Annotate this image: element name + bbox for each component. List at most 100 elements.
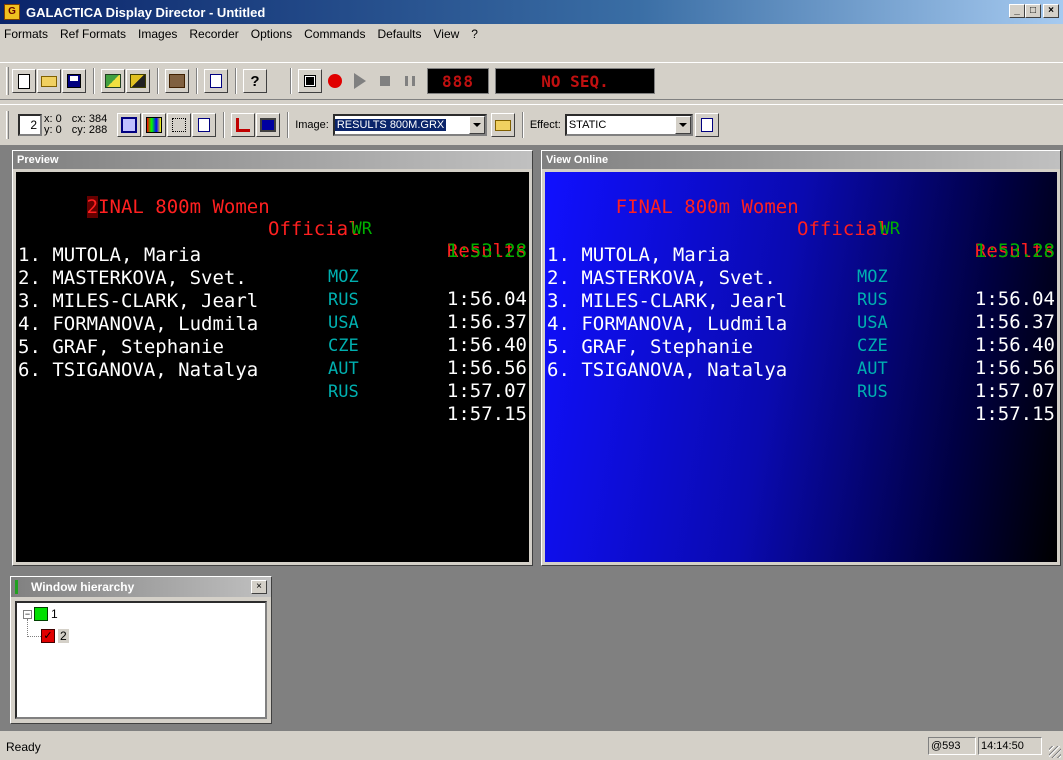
image-button[interactable] [165, 69, 189, 93]
toolbar-separator [290, 68, 292, 94]
result-row: 6. TSIGANOVA, Natalya RUS 1:57.15 [547, 337, 1055, 425]
online-caption: View Online [542, 151, 1060, 169]
athlete-time: 1:57.07 [446, 380, 527, 402]
menu-options[interactable]: Options [251, 27, 298, 41]
hierarchy-tree[interactable]: − 1 ✓ 2 [15, 601, 267, 719]
collapse-icon[interactable]: − [23, 609, 32, 619]
toolbar-separator [157, 68, 159, 94]
preview-caption: Preview [13, 151, 532, 169]
window-number-field[interactable]: 2 [18, 114, 42, 136]
menu-view[interactable]: View [434, 27, 466, 41]
help-button[interactable]: ? [243, 69, 267, 93]
frame-button[interactable] [117, 113, 142, 137]
properties-button[interactable] [192, 113, 217, 137]
online-panel: View Online FINAL 800m Women Official Re… [541, 150, 1061, 566]
result-row: 4. FORMANOVA, Ludmila CZE 1:56.56 [547, 291, 1055, 379]
save-button[interactable] [62, 69, 86, 93]
properties-icon [700, 118, 713, 132]
result-row: 3. MILES-CLARK, Jearl USA 1:56.40 [547, 268, 1055, 356]
toolbar-grip[interactable] [6, 111, 9, 139]
chevron-down-icon[interactable] [468, 116, 485, 134]
select-area-button[interactable] [167, 113, 192, 137]
menu-recorder[interactable]: Recorder [189, 27, 244, 41]
pin-button[interactable] [231, 113, 256, 137]
athlete-nation: RUS [857, 382, 888, 402]
stop-icon [380, 76, 390, 86]
save-disk-icon [67, 74, 81, 88]
menu-help[interactable]: ? [471, 27, 484, 41]
athlete-nation: AUT [328, 359, 359, 379]
black-screen-icon [304, 75, 316, 87]
browse-image-button[interactable] [490, 113, 515, 137]
window-controls: _ □ × [1009, 4, 1059, 18]
athlete-time: 1:57.15 [446, 403, 527, 425]
effect-label: Effect: [529, 119, 561, 131]
toolbar-grip[interactable] [6, 67, 9, 95]
play-button[interactable] [348, 69, 372, 93]
format-yellow-button[interactable] [126, 69, 150, 93]
athlete-nation: AUT [857, 359, 888, 379]
tree-connector [27, 619, 41, 637]
play-icon [354, 73, 366, 89]
chevron-down-icon[interactable] [674, 116, 691, 134]
toolbar-separator [287, 112, 290, 138]
size-readout: cx: 384 cy: 288 [72, 114, 107, 136]
screen-button[interactable] [256, 113, 281, 137]
world-record-row: WR 1:53.28 [547, 196, 1055, 262]
node-label: 2 [58, 629, 69, 643]
result-row: 3. MILES-CLARK, Jearl USA 1:56.40 [18, 268, 527, 356]
app-icon: G [4, 4, 20, 20]
recorder-black-button[interactable] [298, 69, 322, 93]
scoreboard-title-row: FINAL 800m Women Official Results [547, 174, 1055, 262]
image-label: Image: [295, 119, 329, 131]
effect-select-value: STATIC [568, 119, 607, 131]
effect-properties-button[interactable] [694, 113, 719, 137]
menu-ref-formats[interactable]: Ref Formats [60, 27, 132, 41]
online-screen[interactable]: FINAL 800m Women Official Results WR 1:5… [545, 172, 1057, 562]
effect-select[interactable]: STATIC [564, 114, 693, 136]
window-title: GALACTICA Display Director - Untitled [26, 4, 266, 20]
menu-defaults[interactable]: Defaults [377, 27, 427, 41]
preview-screen[interactable]: 2INAL 800m Women Official Results WR 1:5… [16, 172, 529, 562]
stop-button[interactable] [373, 69, 397, 93]
close-button[interactable]: × [1043, 4, 1059, 18]
export-icon [210, 74, 222, 88]
result-row: 1. MUTOLA, Maria MOZ 1:56.04 [547, 222, 1055, 310]
hierarchy-close-button[interactable]: × [251, 580, 267, 594]
pause-button[interactable] [398, 69, 422, 93]
menu-formats[interactable]: Formats [4, 27, 54, 41]
open-button[interactable] [37, 69, 61, 93]
color-button[interactable] [142, 113, 167, 137]
export-button[interactable] [204, 69, 228, 93]
toolbar-separator [521, 112, 524, 138]
pin-icon [236, 118, 251, 132]
main-toolbar: ? 888 NO SEQ. [0, 62, 1063, 100]
athlete-time: 1:56.56 [974, 357, 1055, 379]
maximize-button[interactable]: □ [1025, 4, 1041, 18]
toolbar-separator [223, 112, 226, 138]
record-button[interactable] [323, 69, 347, 93]
menu-images[interactable]: Images [138, 27, 183, 41]
new-button[interactable] [12, 69, 36, 93]
image-icon [169, 74, 185, 88]
hierarchy-caption[interactable]: Window hierarchy [11, 577, 271, 597]
minimize-button[interactable]: _ [1009, 4, 1025, 18]
result-row: 2. MASTERKOVA, Svet. RUS 1:56.37 [547, 245, 1055, 333]
menu-commands[interactable]: Commands [304, 27, 371, 41]
format-yellow-icon [130, 74, 146, 88]
cy-readout: cy: 288 [71, 124, 108, 136]
checkmark-icon[interactable]: ✓ [41, 629, 55, 643]
tree-node-2[interactable]: ✓ 2 [41, 629, 69, 643]
image-select[interactable]: RESULTS 800M.GRX [332, 114, 487, 136]
format-green-button[interactable] [101, 69, 125, 93]
resize-grip-icon[interactable] [1049, 746, 1061, 758]
record-icon [328, 74, 342, 88]
toolbar-separator [196, 68, 198, 94]
status-bar: Ready @593 14:14:50 [0, 733, 1063, 760]
y-readout: y: 0 [44, 124, 62, 136]
status-text: Ready [6, 739, 41, 754]
result-row: 2. MASTERKOVA, Svet. RUS 1:56.37 [18, 245, 527, 333]
hierarchy-title: Window hierarchy [31, 580, 135, 594]
menu-bar: Formats Ref Formats Images Recorder Opti… [0, 24, 1063, 44]
status-clock: 14:14:50 [978, 737, 1042, 755]
